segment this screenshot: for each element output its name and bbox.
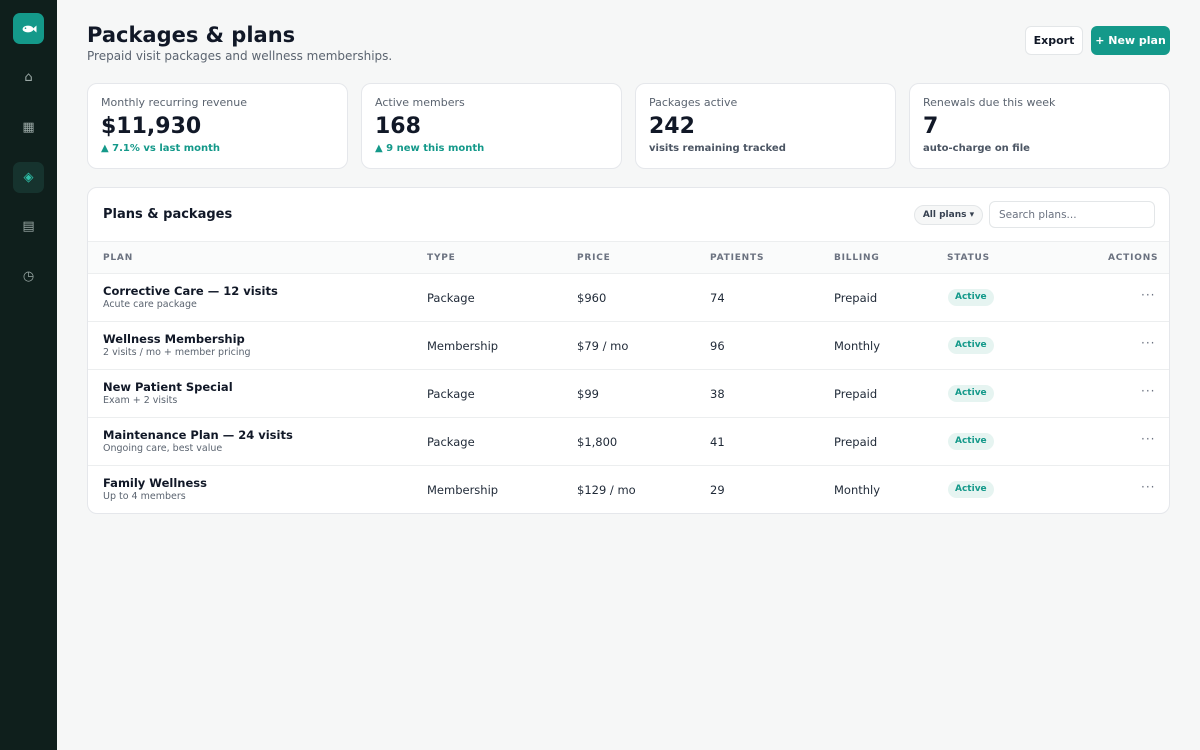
plan-type: Package <box>427 291 475 305</box>
plan-type: Membership <box>427 339 499 353</box>
stat-value: 7 <box>923 114 939 139</box>
clock-icon: ◷ <box>22 269 35 284</box>
row-actions-menu[interactable]: ··· <box>1141 480 1155 494</box>
plan-type: Package <box>427 387 475 401</box>
panel-title: Plans & packages <box>103 207 233 222</box>
stat-value: $11,930 <box>101 114 202 139</box>
row-actions-menu[interactable]: ··· <box>1141 432 1155 446</box>
nav-item-calendar[interactable]: ▦ <box>13 112 44 143</box>
column-header-patients: PATIENTS <box>710 253 765 263</box>
plan-price: $79 / mo <box>577 339 629 353</box>
nav-item-plans[interactable]: ◈ <box>13 162 44 193</box>
stat-value: 242 <box>649 114 695 139</box>
plan-description: Exam + 2 visits <box>103 395 178 406</box>
sidebar: ⌂ ▦ ◈ ▤ ◷ <box>0 0 57 750</box>
column-header-plan: PLAN <box>103 253 134 263</box>
nav-item-documents[interactable]: ▤ <box>13 211 44 242</box>
plan-price: $960 <box>577 291 607 305</box>
stat-trend: ▲ 7.1% vs last month <box>101 143 221 154</box>
plan-billing: Monthly <box>834 483 881 497</box>
plan-price: $129 / mo <box>577 483 636 497</box>
stat-label: Renewals due this week <box>923 96 1056 109</box>
page-subtitle: Prepaid visit packages and wellness memb… <box>87 49 393 63</box>
document-icon: ▤ <box>22 219 35 234</box>
table-row[interactable]: Family Wellness Up to 4 members Membersh… <box>88 466 1169 513</box>
stat-note: visits remaining tracked <box>649 143 786 154</box>
plan-type: Membership <box>427 483 499 497</box>
plan-patients: 96 <box>710 339 725 353</box>
column-header-price: PRICE <box>577 253 611 263</box>
plan-billing: Prepaid <box>834 435 878 449</box>
stat-trend: ▲ 9 new this month <box>375 143 485 154</box>
column-header-status: STATUS <box>947 253 990 263</box>
home-icon: ⌂ <box>24 70 33 85</box>
stat-note: auto-charge on file <box>923 143 1030 154</box>
status-badge: Active <box>948 337 994 354</box>
plan-billing: Prepaid <box>834 291 878 305</box>
column-header-actions: ACTIONS <box>1108 253 1159 263</box>
nav-item-history[interactable]: ◷ <box>13 261 44 292</box>
status-badge: Active <box>948 385 994 402</box>
plan-patients: 74 <box>710 291 725 305</box>
plan-description: Up to 4 members <box>103 491 186 502</box>
plans-table-panel: Plans & packages All plans ▾ PLAN TYPE P… <box>87 187 1170 514</box>
plan-description: Acute care package <box>103 299 197 310</box>
fish-logo-icon <box>22 25 36 32</box>
plan-patients: 41 <box>710 435 725 449</box>
app-logo[interactable] <box>13 13 44 44</box>
plans-icon: ◈ <box>23 170 34 185</box>
row-actions-menu[interactable]: ··· <box>1141 384 1155 398</box>
export-button[interactable]: Export <box>1025 26 1083 55</box>
plan-billing: Prepaid <box>834 387 878 401</box>
plan-description: Ongoing care, best value <box>103 443 223 454</box>
row-actions-menu[interactable]: ··· <box>1141 288 1155 302</box>
plan-filter-dropdown[interactable]: All plans ▾ <box>914 205 983 225</box>
stat-card-revenue: Monthly recurring revenue $11,930 ▲ 7.1%… <box>87 83 348 169</box>
stat-card-renewals: Renewals due this week 7 auto-charge on … <box>909 83 1170 169</box>
plan-name[interactable]: New Patient Special <box>103 380 233 394</box>
plan-name[interactable]: Wellness Membership <box>103 332 245 346</box>
stat-value: 168 <box>375 114 421 139</box>
plan-billing: Monthly <box>834 339 881 353</box>
status-badge: Active <box>948 289 994 306</box>
plan-name[interactable]: Corrective Care — 12 visits <box>103 284 278 298</box>
table-row[interactable]: Wellness Membership 2 visits / mo + memb… <box>88 322 1169 370</box>
plan-price: $99 <box>577 387 599 401</box>
stat-label: Monthly recurring revenue <box>101 96 248 109</box>
column-header-billing: BILLING <box>834 253 880 263</box>
plan-name[interactable]: Family Wellness <box>103 476 207 490</box>
table-row[interactable]: Corrective Care — 12 visits Acute care p… <box>88 274 1169 322</box>
table-row[interactable]: Maintenance Plan — 24 visits Ongoing car… <box>88 418 1169 466</box>
nav-item-home[interactable]: ⌂ <box>13 62 44 93</box>
plan-price: $1,800 <box>577 435 618 449</box>
page-title: Packages & plans <box>87 23 296 47</box>
status-badge: Active <box>948 481 994 498</box>
plan-patients: 29 <box>710 483 725 497</box>
status-badge: Active <box>948 433 994 450</box>
table-header: PLAN TYPE PRICE PATIENTS BILLING STATUS … <box>88 241 1169 274</box>
plan-patients: 38 <box>710 387 725 401</box>
stat-card-packages: Packages active 242 visits remaining tra… <box>635 83 896 169</box>
stat-label: Packages active <box>649 96 738 109</box>
new-plan-button[interactable]: + New plan <box>1091 26 1170 55</box>
table-row[interactable]: New Patient Special Exam + 2 visits Pack… <box>88 370 1169 418</box>
plan-name[interactable]: Maintenance Plan — 24 visits <box>103 428 293 442</box>
stat-card-members: Active members 168 ▲ 9 new this month <box>361 83 622 169</box>
row-actions-menu[interactable]: ··· <box>1141 336 1155 350</box>
column-header-type: TYPE <box>427 253 456 263</box>
calendar-icon: ▦ <box>22 120 35 135</box>
plan-description: 2 visits / mo + member pricing <box>103 347 251 358</box>
plan-type: Package <box>427 435 475 449</box>
stat-label: Active members <box>375 96 465 109</box>
search-plans-input[interactable] <box>989 201 1155 228</box>
